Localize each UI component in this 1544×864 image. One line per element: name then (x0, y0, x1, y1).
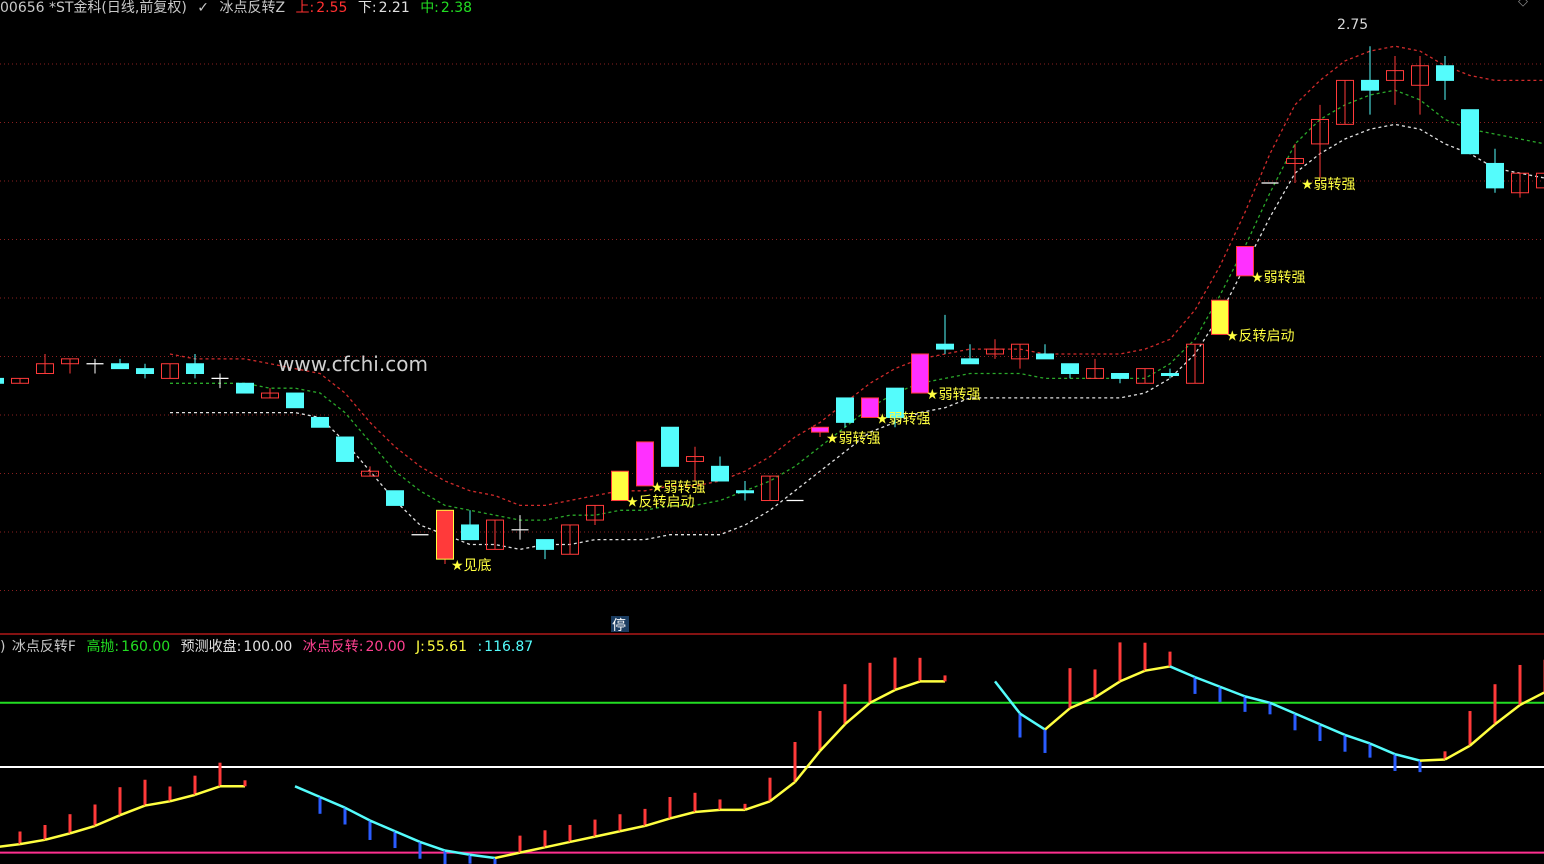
j-line (169, 793, 196, 803)
j-line (1319, 723, 1346, 737)
j-line (544, 840, 571, 849)
j-line (769, 781, 796, 803)
grid-lines (0, 63, 1544, 635)
j-line (394, 830, 421, 844)
mid-band-line (170, 89, 1544, 521)
candle-body (336, 436, 354, 462)
j-line (1469, 723, 1496, 747)
candle-body (286, 392, 304, 409)
j-line (669, 810, 696, 820)
j-line (44, 832, 71, 842)
j-line (94, 814, 121, 828)
j-line (19, 838, 46, 846)
candle-body (1436, 65, 1454, 81)
j-line (1094, 680, 1121, 699)
candle-body (461, 524, 479, 541)
candle-body (1361, 79, 1379, 91)
signal-label: ★见底 (451, 558, 492, 574)
j-line (869, 688, 896, 704)
j-line (819, 723, 846, 752)
j-line (1119, 669, 1146, 683)
candle-body (1111, 373, 1129, 379)
candle-body (711, 465, 729, 482)
j-line (119, 804, 146, 817)
j-line (0, 842, 21, 848)
j-line (1494, 703, 1521, 726)
candle-body (136, 368, 154, 375)
j-line (994, 680, 1021, 715)
limit-badge: 停 (612, 617, 626, 634)
candle-body (186, 363, 204, 375)
j-line (1019, 712, 1046, 731)
j-line (1269, 701, 1296, 715)
j-line (419, 840, 446, 852)
j-line (894, 680, 921, 692)
j-line (344, 806, 371, 822)
j-line (1144, 665, 1171, 672)
candle-body (1486, 162, 1504, 189)
j-line (144, 800, 171, 807)
signal-label: ★弱转强 (926, 387, 981, 403)
j-line (194, 785, 221, 797)
candle-body (1061, 363, 1079, 375)
j-line (569, 835, 596, 844)
stock-chart: ★见底★反转启动★弱转强★弱转强★弱转强★弱转强★反转启动★弱转强★弱转强 ww… (0, 17, 1544, 864)
sub-chart (0, 642, 1544, 864)
candle-body (1036, 353, 1054, 360)
signal-label: ★反转启动 (626, 495, 695, 511)
j-line (744, 800, 771, 812)
candle-body (111, 363, 129, 370)
j-line (69, 824, 96, 835)
candle-body (236, 382, 254, 394)
j-line (619, 824, 646, 833)
candle-body (961, 358, 979, 365)
j-line (1169, 665, 1196, 679)
j-line (1419, 758, 1446, 762)
j-line (294, 785, 321, 799)
candle-body (736, 490, 754, 494)
j-line (1444, 744, 1471, 761)
candle-body (661, 426, 679, 467)
candle-body (386, 490, 404, 506)
signal-label: ★弱转强 (876, 411, 931, 427)
signal-label: ★弱转强 (1301, 177, 1356, 193)
signal-label: ★弱转强 (651, 480, 706, 496)
candle-body (1161, 373, 1179, 377)
j-line (1369, 742, 1396, 756)
signal-label: ★弱转强 (826, 431, 881, 447)
candles (0, 46, 1544, 565)
j-line (1219, 685, 1246, 698)
candle-body (0, 377, 4, 384)
candle-body (1461, 109, 1479, 155)
j-line (1044, 707, 1071, 731)
max-price-label: 2.75 (1337, 17, 1368, 33)
signal-label: ★反转启动 (1226, 328, 1295, 344)
candle-body (836, 397, 854, 423)
j-line (594, 830, 621, 838)
candle-body (936, 343, 954, 350)
j-line (1344, 733, 1371, 745)
j-line (319, 795, 346, 809)
j-line (1194, 675, 1221, 688)
j-line (1394, 752, 1421, 762)
j-line (1294, 712, 1321, 726)
candle-body (536, 539, 554, 550)
candle-body (436, 509, 454, 560)
j-line (844, 701, 871, 726)
candle-body (311, 416, 329, 428)
j-line (369, 819, 396, 833)
signal-label: ★弱转强 (1251, 270, 1306, 286)
j-line (469, 853, 496, 860)
j-line (644, 817, 671, 828)
j-line (694, 808, 721, 814)
watermark: www.cfchi.com (278, 352, 428, 376)
